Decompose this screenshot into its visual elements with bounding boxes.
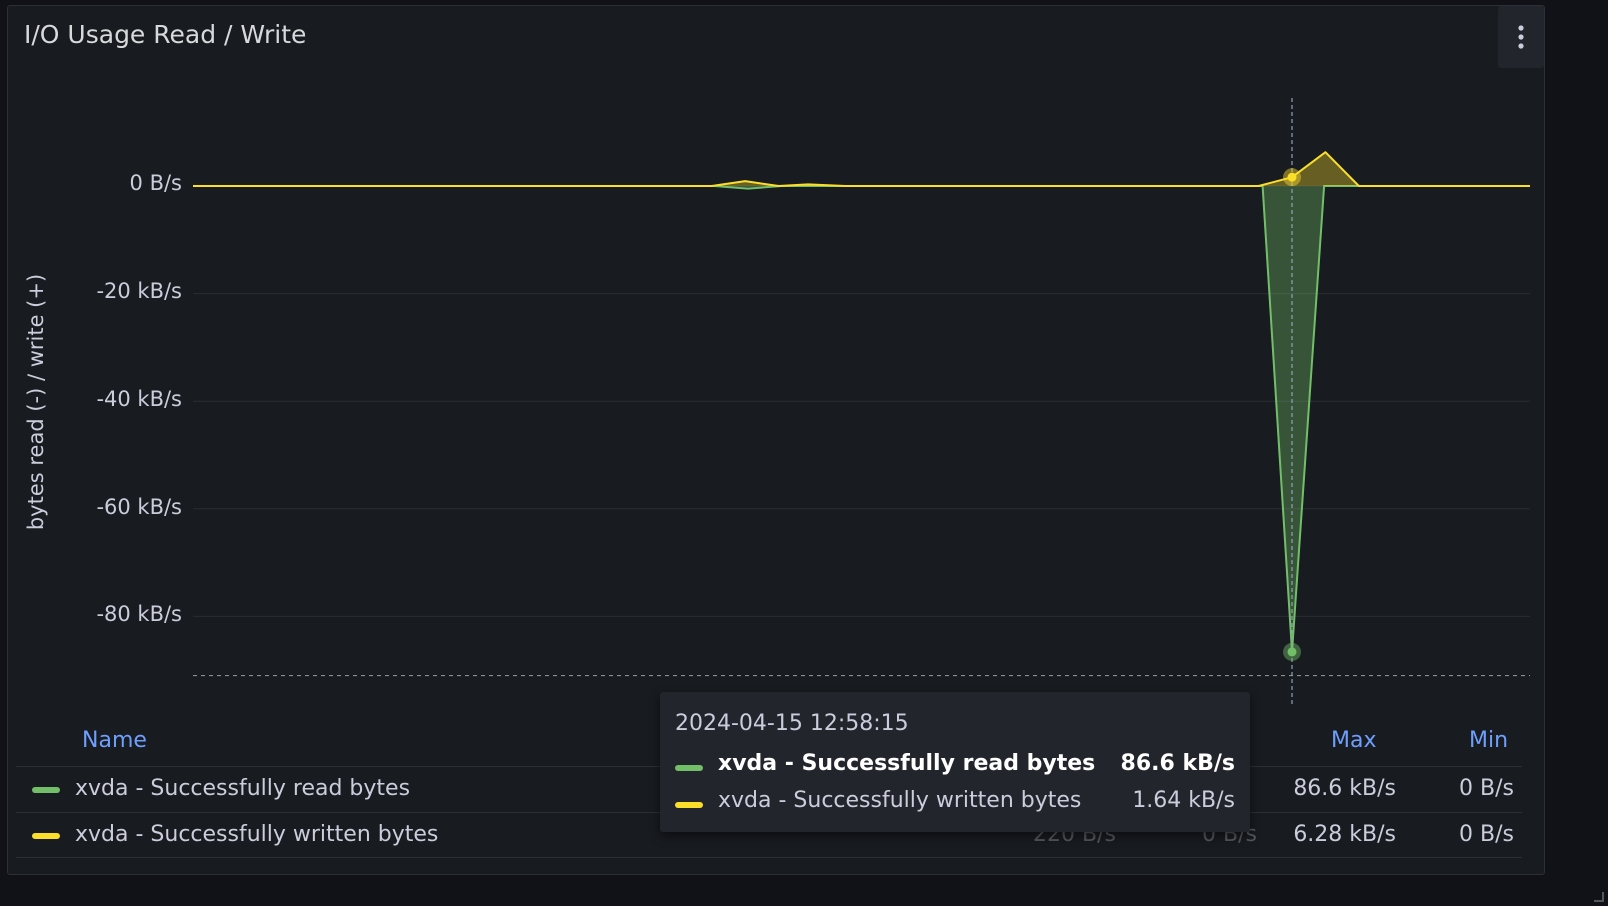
series-area-read: [193, 186, 1530, 652]
hover-tooltip: 2024-04-15 12:58:15 xvda - Successfully …: [660, 692, 1250, 832]
tooltip-series-value: 1.64 kB/s: [1132, 788, 1235, 813]
series-color-swatch: [675, 765, 703, 771]
series-line-read: [193, 185, 1530, 653]
hover-point: [1287, 172, 1297, 182]
tooltip-row-written: xvda - Successfully written bytes 1.64 k…: [675, 788, 1235, 818]
legend-min-value: 0 B/s: [1459, 776, 1514, 801]
legend-max-value: 6.28 kB/s: [1293, 822, 1396, 847]
legend-series-name[interactable]: xvda - Successfully written bytes: [75, 822, 438, 847]
legend-header-max[interactable]: Max: [1331, 728, 1376, 753]
legend-series-name[interactable]: xvda - Successfully read bytes: [75, 776, 410, 801]
legend-max-value: 86.6 kB/s: [1293, 776, 1396, 801]
legend-min-value: 0 B/s: [1459, 822, 1514, 847]
tooltip-series-value: 86.6 kB/s: [1120, 751, 1235, 776]
tooltip-row-read: xvda - Successfully read bytes 86.6 kB/s: [675, 751, 1235, 781]
tooltip-series-name: xvda - Successfully read bytes: [718, 751, 1096, 776]
tooltip-timestamp: 2024-04-15 12:58:15: [675, 711, 909, 736]
series-color-swatch: [675, 802, 703, 808]
series-color-swatch: [32, 787, 60, 793]
series-color-swatch: [32, 833, 60, 839]
legend-header-min[interactable]: Min: [1469, 728, 1508, 753]
legend-header-name[interactable]: Name: [82, 728, 147, 753]
tooltip-series-name: xvda - Successfully written bytes: [718, 788, 1082, 813]
hover-point: [1287, 647, 1297, 657]
panel-resize-handle[interactable]: [1594, 892, 1604, 902]
